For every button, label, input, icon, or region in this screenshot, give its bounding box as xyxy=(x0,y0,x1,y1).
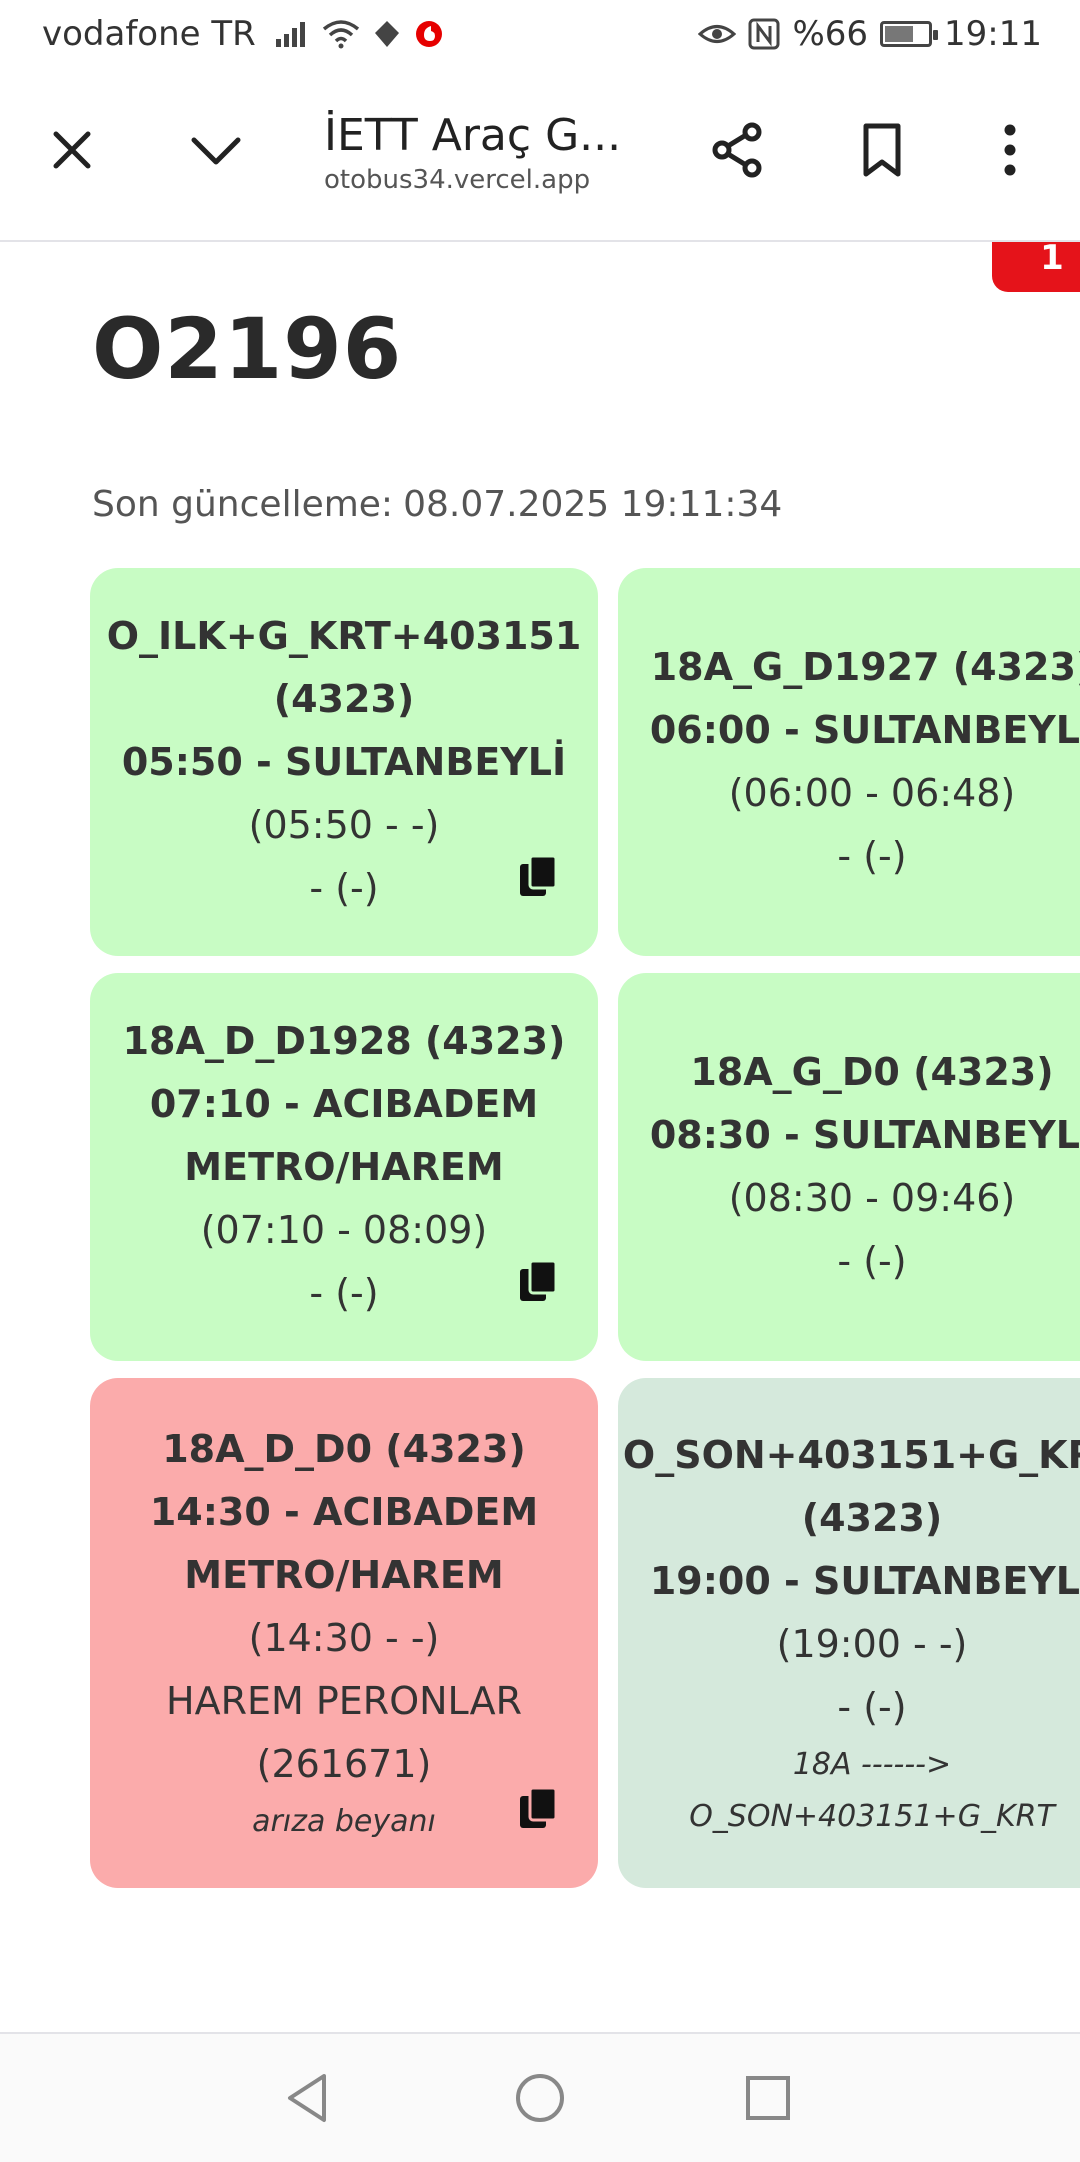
trip-card-times: (14:30 - -) xyxy=(248,1616,440,1660)
trip-card[interactable]: 18A_G_D0 (4323) 08:30 - SULTANBEYLİ (08:30… xyxy=(618,973,1080,1361)
clock: 19:11 xyxy=(944,14,1042,54)
share-icon xyxy=(712,122,762,178)
more-button[interactable] xyxy=(974,114,1046,186)
page-url: otobus34.vercel.app xyxy=(324,165,591,195)
trip-card-note: arıza beyanı xyxy=(252,1804,436,1839)
status-icons-left xyxy=(274,19,444,49)
bus-code-heading: O2196 xyxy=(92,300,403,398)
trip-card-stop: - (-) xyxy=(837,1684,907,1729)
trip-card-times: (07:10 - 08:09) xyxy=(200,1207,488,1252)
trip-card[interactable]: O_ILK+G_KRT+403151 (4323) 05:50 - SULTANBE… xyxy=(90,568,598,956)
eye-icon xyxy=(698,25,737,43)
trip-card-trip: 18A_G_D1927 (4323) xyxy=(650,645,1080,689)
location-icon xyxy=(374,21,399,47)
notification-badge[interactable]: 1 xyxy=(992,242,1080,292)
copy-icon[interactable] xyxy=(518,1786,558,1830)
trip-card-dep: 19:00 - SULTANBEYLİ xyxy=(649,1558,1080,1603)
trip-card-dep: 06:00 - SULTANBEYLİ xyxy=(649,708,1080,752)
trip-card-trip: (4323) xyxy=(273,676,415,721)
page-title-block[interactable]: İETT Araç G... otobus34.vercel.app xyxy=(324,110,664,195)
trip-card[interactable]: 18A_G_D1927 (4323) 06:00 - SULTANBEYLİ (06… xyxy=(618,568,1080,956)
last-updated-value: 08.07.2025 19:11:34 xyxy=(403,484,783,525)
trip-card-stop: - (-) xyxy=(309,865,379,910)
trip-card-stop: - (-) xyxy=(309,1270,379,1315)
status-right: %66 19:11 xyxy=(698,14,1042,54)
trip-card[interactable]: 18A_D_D0 (4323) 14:30 - ACIBADEM METRO/HAR… xyxy=(90,1378,598,1888)
trip-card-stop: - (-) xyxy=(837,1239,907,1283)
close-button[interactable] xyxy=(36,114,108,186)
status-bar: vodafone TR %66 19:11 xyxy=(0,0,1080,76)
home-icon xyxy=(516,2074,564,2122)
trip-card-trip: (4323) xyxy=(801,1495,943,1540)
battery-percent: %66 xyxy=(792,14,869,54)
trip-card-trip: O_ILK+G_KRT+403151 xyxy=(106,613,582,658)
trip-card-dep: 07:10 - ACIBADEM xyxy=(149,1081,539,1126)
trip-card-stop: (261671) xyxy=(256,1742,432,1786)
last-updated: Son güncelleme: 08.07.2025 19:11:34 xyxy=(92,484,782,525)
more-icon xyxy=(1004,124,1016,176)
collapse-button[interactable] xyxy=(180,114,252,186)
home-button[interactable] xyxy=(504,2062,576,2134)
trip-card-dep: METRO/HAREM xyxy=(184,1144,504,1189)
trip-card-times: (19:00 - -) xyxy=(776,1621,968,1666)
carrier-name: vodafone TR xyxy=(42,14,256,54)
page-content: 1 O2196 Son güncelleme: 08.07.2025 19:11:… xyxy=(0,242,1080,2032)
trip-card[interactable]: 18A_D_D1928 (4323) 07:10 - ACIBADEM METRO/… xyxy=(90,973,598,1361)
copy-icon[interactable] xyxy=(518,854,558,898)
copy-icon[interactable] xyxy=(518,1259,558,1303)
trip-card[interactable]: O_SON+403151+G_KRT (4323) 19:00 - SULTANBE… xyxy=(618,1378,1080,1888)
page-title: İETT Araç G... xyxy=(324,110,622,161)
signal-icon xyxy=(275,22,305,47)
chevron-down-icon xyxy=(191,137,241,165)
trip-card-stop: - (-) xyxy=(837,834,907,878)
browser-toolbar: İETT Araç G... otobus34.vercel.app xyxy=(0,76,1080,242)
bookmark-button[interactable] xyxy=(846,114,918,186)
trip-card-dep: METRO/HAREM xyxy=(184,1553,504,1597)
trip-card-trip: 18A_D_D1928 (4323) xyxy=(122,1018,566,1063)
trip-card-times: (05:50 - -) xyxy=(248,802,440,847)
trip-card-trip: O_SON+403151+G_KRT xyxy=(622,1432,1080,1477)
last-updated-label: Son güncelleme: xyxy=(92,484,394,525)
bookmark-icon xyxy=(863,123,901,177)
battery-icon xyxy=(880,21,939,47)
trip-card-dep: 08:30 - SULTANBEYLİ xyxy=(649,1113,1080,1157)
trip-card-stop: HAREM PERONLAR xyxy=(166,1679,522,1723)
back-icon xyxy=(288,2074,326,2122)
battery-level xyxy=(885,26,913,42)
vodafone-icon xyxy=(415,21,442,47)
trip-card-note: 18A ------> xyxy=(792,1746,952,1782)
trip-card-times: (08:30 - 09:46) xyxy=(728,1176,1016,1220)
back-button[interactable] xyxy=(272,2062,344,2134)
nfc-icon xyxy=(748,18,780,50)
share-button[interactable] xyxy=(702,114,774,186)
status-left: vodafone TR xyxy=(42,14,444,54)
trip-card-trip: 18A_D_D0 (4323) xyxy=(162,1427,526,1471)
recents-button[interactable] xyxy=(732,2062,804,2134)
trip-card-trip: 18A_G_D0 (4323) xyxy=(690,1050,1054,1094)
system-nav-bar xyxy=(0,2032,1080,2162)
wifi-icon xyxy=(322,20,359,49)
trip-card-dep: 05:50 - SULTANBEYLİ xyxy=(121,739,567,784)
recents-icon xyxy=(746,2076,790,2120)
trip-card-dep: 14:30 - ACIBADEM xyxy=(149,1490,539,1534)
trip-card-note: O_SON+403151+G_KRT xyxy=(689,1798,1055,1834)
close-icon xyxy=(53,131,91,169)
trip-card-times: (06:00 - 06:48) xyxy=(728,771,1016,815)
